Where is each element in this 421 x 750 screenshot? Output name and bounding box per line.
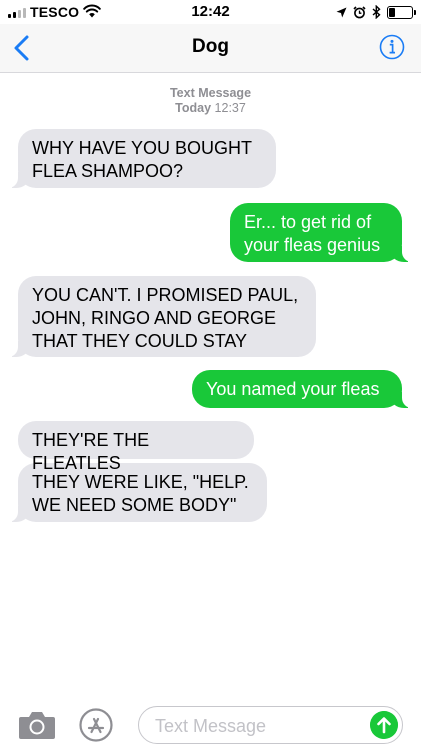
timestamp-time: 12:37 xyxy=(214,101,246,115)
sent-message[interactable]: Er... to get rid of your fleas genius xyxy=(230,203,414,262)
message-input-field[interactable] xyxy=(138,706,403,744)
camera-icon[interactable] xyxy=(18,710,56,740)
message-text: WHY HAVE YOU BOUGHT FLEA SHAMPOO? xyxy=(32,138,252,181)
received-message[interactable]: THEY'RE THE FLEATLES xyxy=(18,421,254,473)
status-bar: TESCO 12:42 xyxy=(0,0,421,24)
timestamp-day: Today xyxy=(175,101,212,115)
alarm-clock-icon xyxy=(353,5,366,18)
info-icon[interactable] xyxy=(379,34,405,60)
message-text: THEY WERE LIKE, "HELP. WE NEED SOME BODY… xyxy=(32,472,249,515)
location-arrow-icon xyxy=(336,7,347,17)
message-text: Er... to get rid of your fleas genius xyxy=(244,212,381,255)
conversation-timestamp: Text Message Today 12:37 xyxy=(0,86,421,116)
navigation-bar: Dog xyxy=(0,24,421,73)
service-label: Text Message xyxy=(169,86,252,100)
contact-name[interactable]: Dog xyxy=(0,36,421,58)
received-message[interactable]: THEY WERE LIKE, "HELP. WE NEED SOME BODY… xyxy=(6,463,267,522)
bluetooth-icon xyxy=(372,5,381,19)
battery-icon xyxy=(387,5,416,19)
app-store-icon[interactable] xyxy=(79,708,113,742)
received-message[interactable]: YOU CAN'T. I PROMISED PAUL, JOHN, RINGO … xyxy=(6,276,316,357)
received-message[interactable]: WHY HAVE YOU BOUGHT FLEA SHAMPOO? xyxy=(6,129,276,188)
sent-message[interactable]: You named your fleas xyxy=(192,370,414,408)
message-input[interactable] xyxy=(153,713,367,739)
message-text: YOU CAN'T. I PROMISED PAUL, JOHN, RINGO … xyxy=(32,285,299,351)
message-text: You named your fleas xyxy=(206,379,380,399)
send-arrow-icon[interactable] xyxy=(370,711,398,739)
